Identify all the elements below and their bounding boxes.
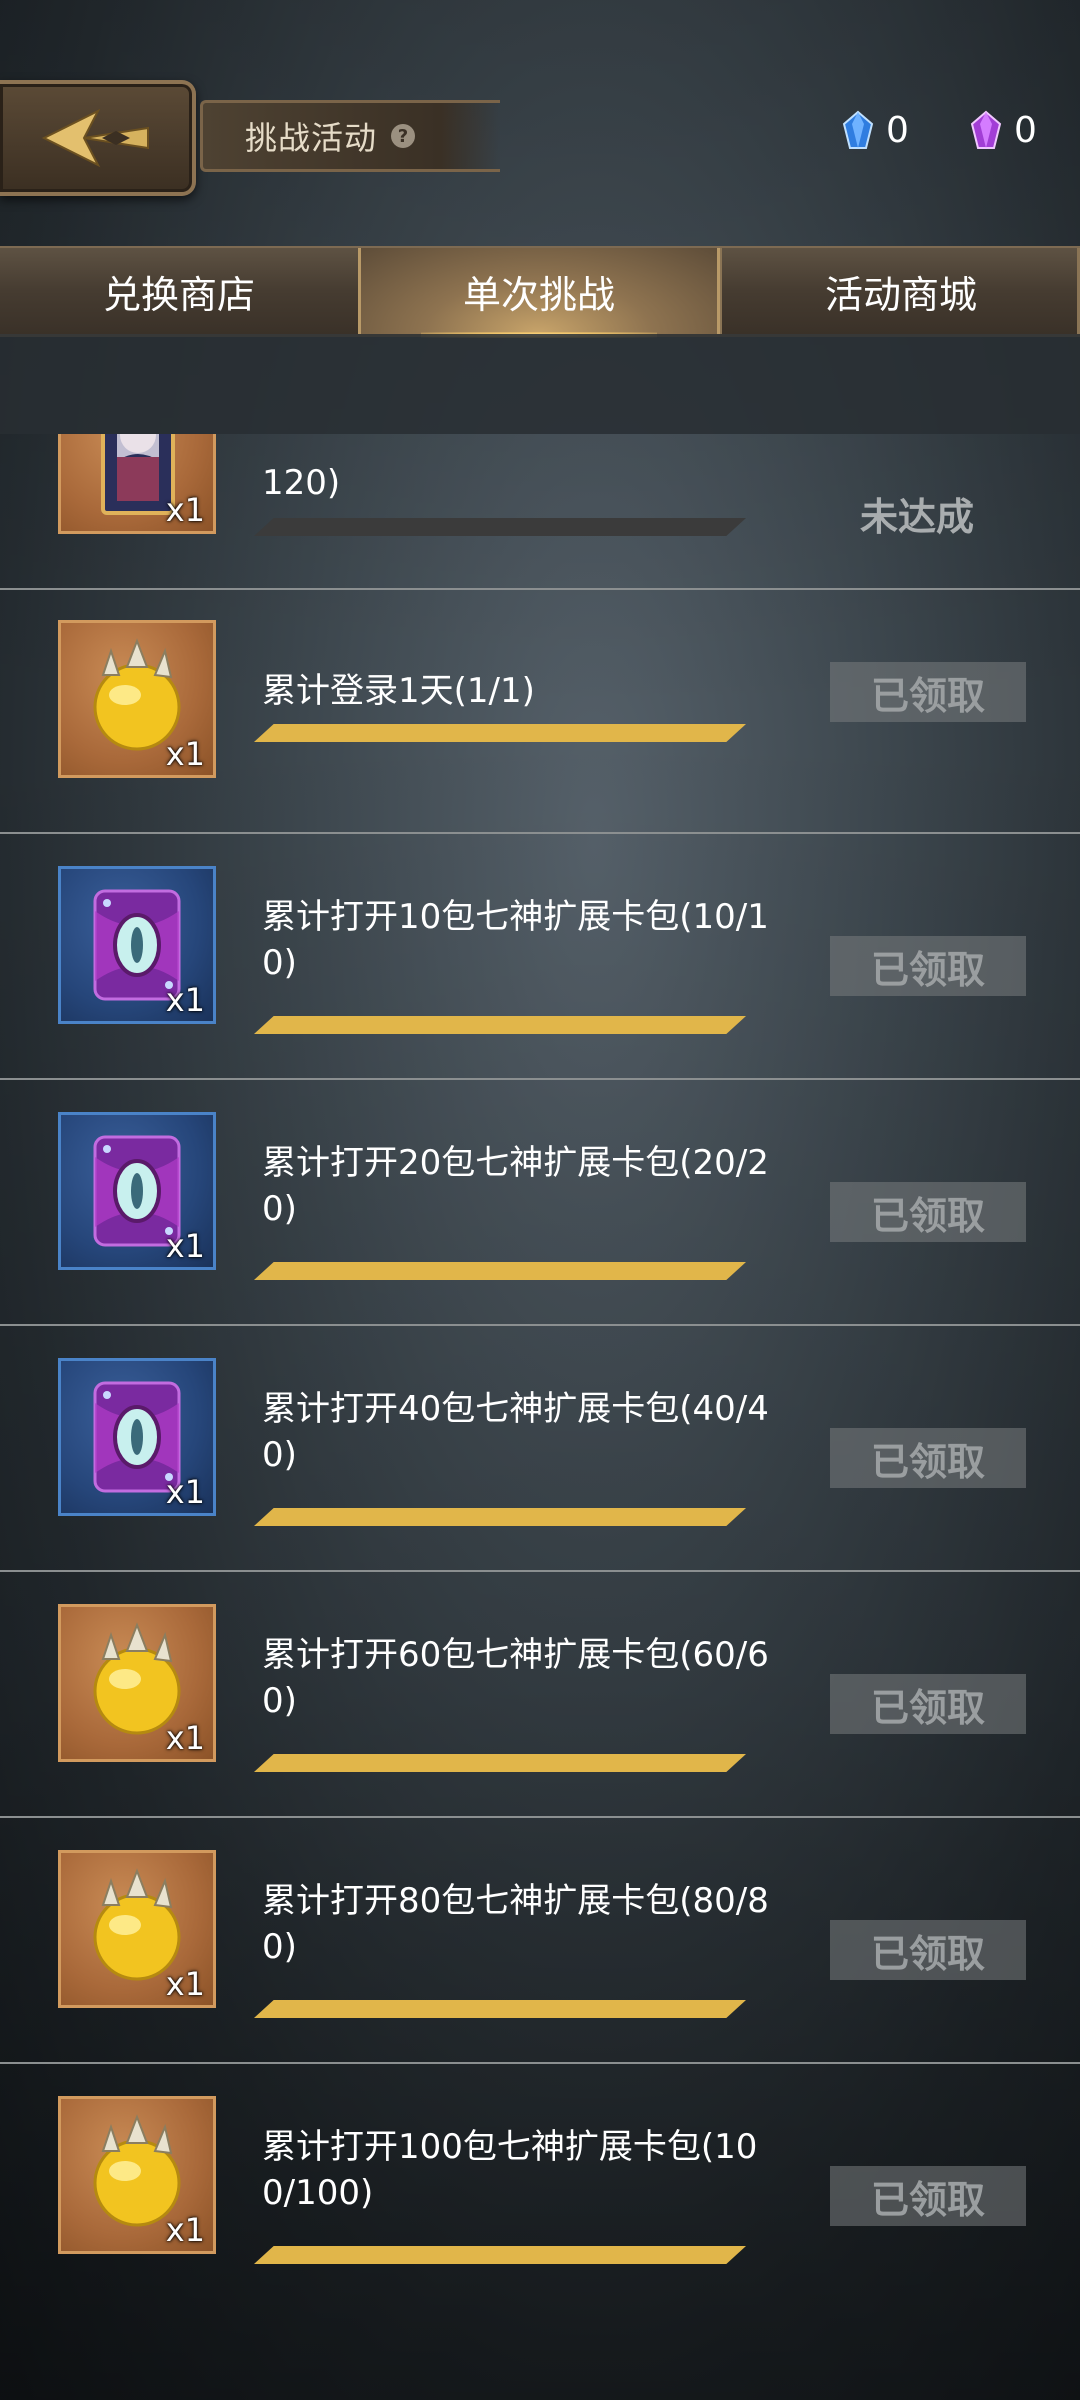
reward-quantity: x1: [165, 491, 205, 529]
reward-quantity: x1: [165, 1227, 205, 1265]
progress-bar: [254, 1016, 746, 1034]
back-button[interactable]: [0, 80, 196, 196]
task-label: 120): [262, 463, 341, 503]
sub-header-strip: [0, 334, 1080, 434]
currency-purple-value: 0: [1014, 109, 1037, 151]
reward-quantity: x1: [165, 735, 205, 773]
reward-quantity: x1: [165, 1473, 205, 1511]
purple-crystal-icon: [970, 110, 1002, 149]
task-label: 累计打开60包七神扩展卡包(60/60): [262, 1635, 769, 1721]
reward-slot[interactable]: x1: [58, 1850, 216, 2008]
page-title: 挑战活动: [245, 119, 378, 157]
blue-crystal-icon: [842, 110, 874, 149]
reward-slot[interactable]: x1: [58, 1112, 216, 1270]
task-row: x1 累计登录1天(1/1) 已领取: [0, 588, 1080, 834]
currency-blue: 0: [842, 106, 909, 154]
claimed-button[interactable]: 已领取: [830, 1674, 1026, 1734]
task-label: 累计打开10包七神扩展卡包(10/10): [262, 897, 769, 983]
reward-slot[interactable]: x1: [58, 1604, 216, 1762]
task-label: 累计打开20包七神扩展卡包(20/20): [262, 1143, 769, 1229]
help-icon[interactable]: ?: [391, 124, 416, 148]
task-label: 累计打开100包七神扩展卡包(100/100): [262, 2127, 758, 2213]
task-row: x1 累计打开60包七神扩展卡包(60/60) 已领取: [0, 1572, 1080, 1818]
reward-quantity: x1: [165, 2211, 205, 2249]
tab-event-mall[interactable]: 活动商城: [720, 248, 1080, 334]
tab-single-challenge[interactable]: 单次挑战: [358, 248, 720, 338]
reward-slot[interactable]: x1: [58, 620, 216, 778]
status-not-achieved: 未达成: [860, 495, 975, 539]
reward-slot[interactable]: x1: [58, 2096, 216, 2254]
task-row: x1 累计打开40包七神扩展卡包(40/40) 已领取: [0, 1326, 1080, 1572]
tab-exchange-shop[interactable]: 兑换商店: [0, 248, 358, 334]
task-label: 累计登录1天(1/1): [262, 671, 535, 711]
back-arrow-icon: [41, 108, 149, 168]
reward-quantity: x1: [165, 1965, 205, 2003]
task-row: x1 120) 未达成: [0, 434, 1080, 590]
title-plate: 挑战活动 ?: [200, 100, 500, 172]
reward-slot[interactable]: x1: [58, 866, 216, 1024]
tab-bar: 兑换商店 单次挑战 活动商城: [0, 246, 1080, 338]
claimed-button[interactable]: 已领取: [830, 1428, 1026, 1488]
claimed-button[interactable]: 已领取: [830, 1920, 1026, 1980]
currency-purple: 0: [970, 106, 1037, 154]
reward-quantity: x1: [165, 1719, 205, 1757]
task-row: x1 累计打开20包七神扩展卡包(20/20) 已领取: [0, 1080, 1080, 1326]
progress-bar: [254, 1508, 746, 1526]
reward-slot[interactable]: x1: [58, 434, 216, 534]
task-list[interactable]: x1 120) 未达成 x1 累计登录1天(1/1) 已领取 x1 累计打开10…: [0, 434, 1080, 2300]
task-row: x1 累计打开80包七神扩展卡包(80/80) 已领取: [0, 1818, 1080, 2064]
reward-slot[interactable]: x1: [58, 1358, 216, 1516]
task-row: x1 累计打开10包七神扩展卡包(10/10) 已领取: [0, 834, 1080, 1080]
progress-bar: [254, 1262, 746, 1280]
claimed-button[interactable]: 已领取: [830, 936, 1026, 996]
progress-bar: [254, 724, 746, 742]
claimed-button[interactable]: 已领取: [830, 662, 1026, 722]
claimed-button[interactable]: 已领取: [830, 2166, 1026, 2226]
claimed-button[interactable]: 已领取: [830, 1182, 1026, 1242]
reward-quantity: x1: [165, 981, 205, 1019]
task-row: x1 累计打开100包七神扩展卡包(100/100) 已领取: [0, 2064, 1080, 2300]
task-label: 累计打开80包七神扩展卡包(80/80): [262, 1881, 769, 1967]
progress-bar: [254, 1754, 746, 1772]
task-label: 累计打开40包七神扩展卡包(40/40): [262, 1389, 769, 1475]
progress-bar: [254, 2000, 746, 2018]
progress-bar: [254, 2246, 746, 2264]
currency-blue-value: 0: [886, 109, 909, 151]
progress-bar: [254, 518, 746, 536]
